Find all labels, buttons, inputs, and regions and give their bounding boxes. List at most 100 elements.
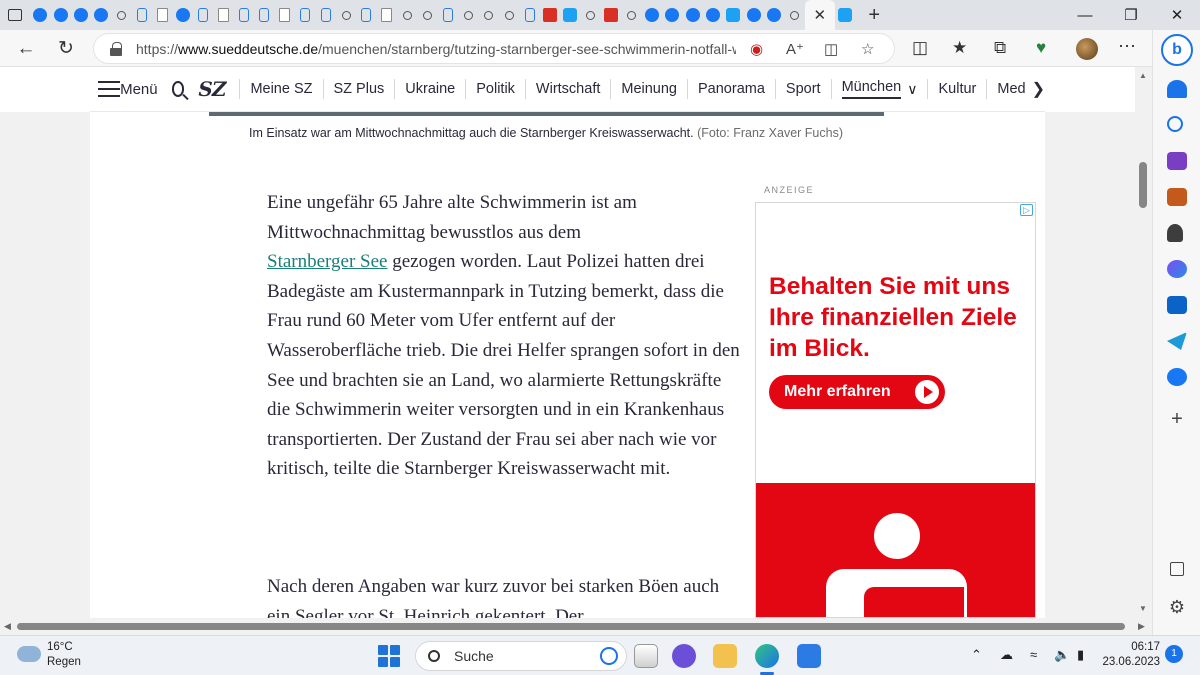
tab-fb[interactable] xyxy=(662,4,682,26)
tab-search[interactable] xyxy=(499,4,519,26)
onedrive-cloud-icon[interactable]: ☁ xyxy=(1000,647,1013,663)
tab-bing[interactable] xyxy=(519,4,539,26)
hide-sidebar-icon[interactable] xyxy=(1170,562,1184,576)
tab-search[interactable] xyxy=(458,4,478,26)
scroll-up-arrow-icon[interactable]: ▲ xyxy=(1139,71,1147,80)
hamburger-menu-icon[interactable] xyxy=(98,81,120,97)
new-tab-button[interactable]: + xyxy=(855,4,893,27)
tab-fb[interactable] xyxy=(173,4,193,26)
tab-fb[interactable] xyxy=(764,4,784,26)
outlook-icon[interactable] xyxy=(1167,296,1187,314)
profile-avatar[interactable] xyxy=(1076,38,1098,60)
menu-label[interactable]: Menü xyxy=(120,81,158,98)
tab-fb[interactable] xyxy=(71,4,91,26)
tab-fb[interactable] xyxy=(642,4,662,26)
tab-bing[interactable] xyxy=(193,4,213,26)
add-sidebar-app-icon[interactable]: + xyxy=(1167,409,1187,429)
weather-description[interactable]: Regen xyxy=(47,656,81,668)
nav-scroll-right-icon[interactable]: ❯ xyxy=(1032,79,1045,99)
tab-bing[interactable] xyxy=(132,4,152,26)
tab-search[interactable] xyxy=(479,4,499,26)
tab-tw[interactable] xyxy=(560,4,580,26)
tracking-blocked-icon[interactable]: ◉ xyxy=(750,40,763,58)
settings-gear-icon[interactable]: ⚙ xyxy=(1167,598,1187,616)
tab-fb[interactable] xyxy=(683,4,703,26)
horizontal-scroll-thumb[interactable] xyxy=(17,623,1125,630)
collections-icon[interactable]: ⧉ xyxy=(994,38,1006,58)
lock-icon[interactable] xyxy=(110,42,122,56)
tab-red[interactable] xyxy=(540,4,560,26)
shopping-tag-icon[interactable] xyxy=(1167,152,1187,170)
nav-item[interactable]: Kultur xyxy=(938,81,976,97)
advertisement[interactable]: ▷ Behalten Sie mit uns Ihre finanziellen… xyxy=(755,202,1036,618)
task-view-icon[interactable] xyxy=(634,644,658,668)
tab-fb[interactable] xyxy=(30,4,50,26)
search-sidebar-icon[interactable] xyxy=(1167,116,1183,132)
bing-chat-button[interactable]: b xyxy=(1161,34,1193,66)
tab-news[interactable] xyxy=(152,4,172,26)
tab-tw[interactable] xyxy=(723,4,743,26)
nav-item[interactable]: Meine SZ xyxy=(250,81,312,97)
tab-fb[interactable] xyxy=(91,4,111,26)
minimize-button[interactable]: — xyxy=(1062,0,1108,30)
favorite-star-icon[interactable]: ☆ xyxy=(861,40,874,58)
active-tab[interactable]: ✕ xyxy=(804,0,835,30)
tab-bing[interactable] xyxy=(234,4,254,26)
more-menu-icon[interactable]: ⋯ xyxy=(1118,36,1137,57)
volume-icon[interactable]: 🔈 xyxy=(1054,647,1070,663)
tab-search[interactable] xyxy=(336,4,356,26)
nav-item[interactable]: SZ Plus xyxy=(334,81,385,97)
file-explorer-icon[interactable] xyxy=(713,644,737,668)
tab-search[interactable] xyxy=(417,4,437,26)
wifi-icon[interactable]: ≈ xyxy=(1030,647,1037,662)
restore-button[interactable]: ❐ xyxy=(1108,0,1154,30)
workspaces-button[interactable] xyxy=(0,0,30,30)
close-window-button[interactable]: ✕ xyxy=(1154,0,1200,30)
microsoft-store-icon[interactable] xyxy=(797,644,821,668)
tab-circle[interactable] xyxy=(214,4,234,26)
tab-red[interactable] xyxy=(601,4,621,26)
tab-search[interactable] xyxy=(621,4,641,26)
tab-bing[interactable] xyxy=(315,4,335,26)
taskbar-search-box[interactable]: Suche xyxy=(415,641,627,671)
microsoft-365-icon[interactable] xyxy=(1167,260,1187,278)
tab-bing[interactable] xyxy=(438,4,458,26)
tab-bing[interactable] xyxy=(356,4,376,26)
start-button[interactable] xyxy=(378,645,400,667)
tab-search[interactable] xyxy=(397,4,417,26)
notifications-bell-icon[interactable] xyxy=(1167,80,1187,98)
nav-item[interactable]: Ukraine xyxy=(405,81,455,97)
clock-date[interactable]: 23.06.2023 xyxy=(1098,656,1160,668)
tab-bing[interactable] xyxy=(254,4,274,26)
rain-cloud-icon[interactable] xyxy=(17,646,41,662)
tab-fb[interactable] xyxy=(50,4,70,26)
nav-item[interactable]: München xyxy=(841,79,902,99)
battery-icon[interactable]: ▮ xyxy=(1077,647,1084,663)
scroll-right-arrow-icon[interactable]: ▶ xyxy=(1138,621,1145,632)
weather-temperature[interactable]: 16°C xyxy=(47,641,73,653)
tab-fb[interactable] xyxy=(744,4,764,26)
tab-search[interactable] xyxy=(112,4,132,26)
nav-item[interactable]: Sport xyxy=(786,81,821,97)
notification-badge[interactable]: 1 xyxy=(1165,645,1183,663)
tab-doc[interactable] xyxy=(377,4,397,26)
back-button[interactable]: ← xyxy=(6,30,46,67)
favorites-icon[interactable]: ★ xyxy=(952,38,967,58)
read-aloud-icon[interactable]: A⁺ xyxy=(786,40,804,58)
teams-chat-icon[interactable] xyxy=(672,644,696,668)
tab-twitter[interactable] xyxy=(835,4,855,26)
url-text[interactable]: https://www.sueddeutsche.de/muenchen/sta… xyxy=(136,41,736,57)
tab-search[interactable] xyxy=(581,4,601,26)
ad-headline[interactable]: Behalten Sie mit uns Ihre finanziellen Z… xyxy=(769,271,1029,364)
split-screen-icon[interactable]: ◫ xyxy=(912,38,928,58)
facebook-icon[interactable] xyxy=(1167,368,1187,386)
chevron-down-icon[interactable]: ∨ xyxy=(907,81,917,98)
reload-button[interactable]: ↻ xyxy=(46,30,86,67)
adchoices-icon[interactable]: ▷ xyxy=(1020,204,1033,216)
tab-bing[interactable] xyxy=(295,4,315,26)
tab-fb[interactable] xyxy=(703,4,723,26)
sz-logo[interactable]: SZ xyxy=(198,77,226,101)
search-icon[interactable] xyxy=(171,81,185,97)
ad-brand-panel[interactable] xyxy=(756,483,1035,617)
tab-wiki[interactable] xyxy=(275,4,295,26)
